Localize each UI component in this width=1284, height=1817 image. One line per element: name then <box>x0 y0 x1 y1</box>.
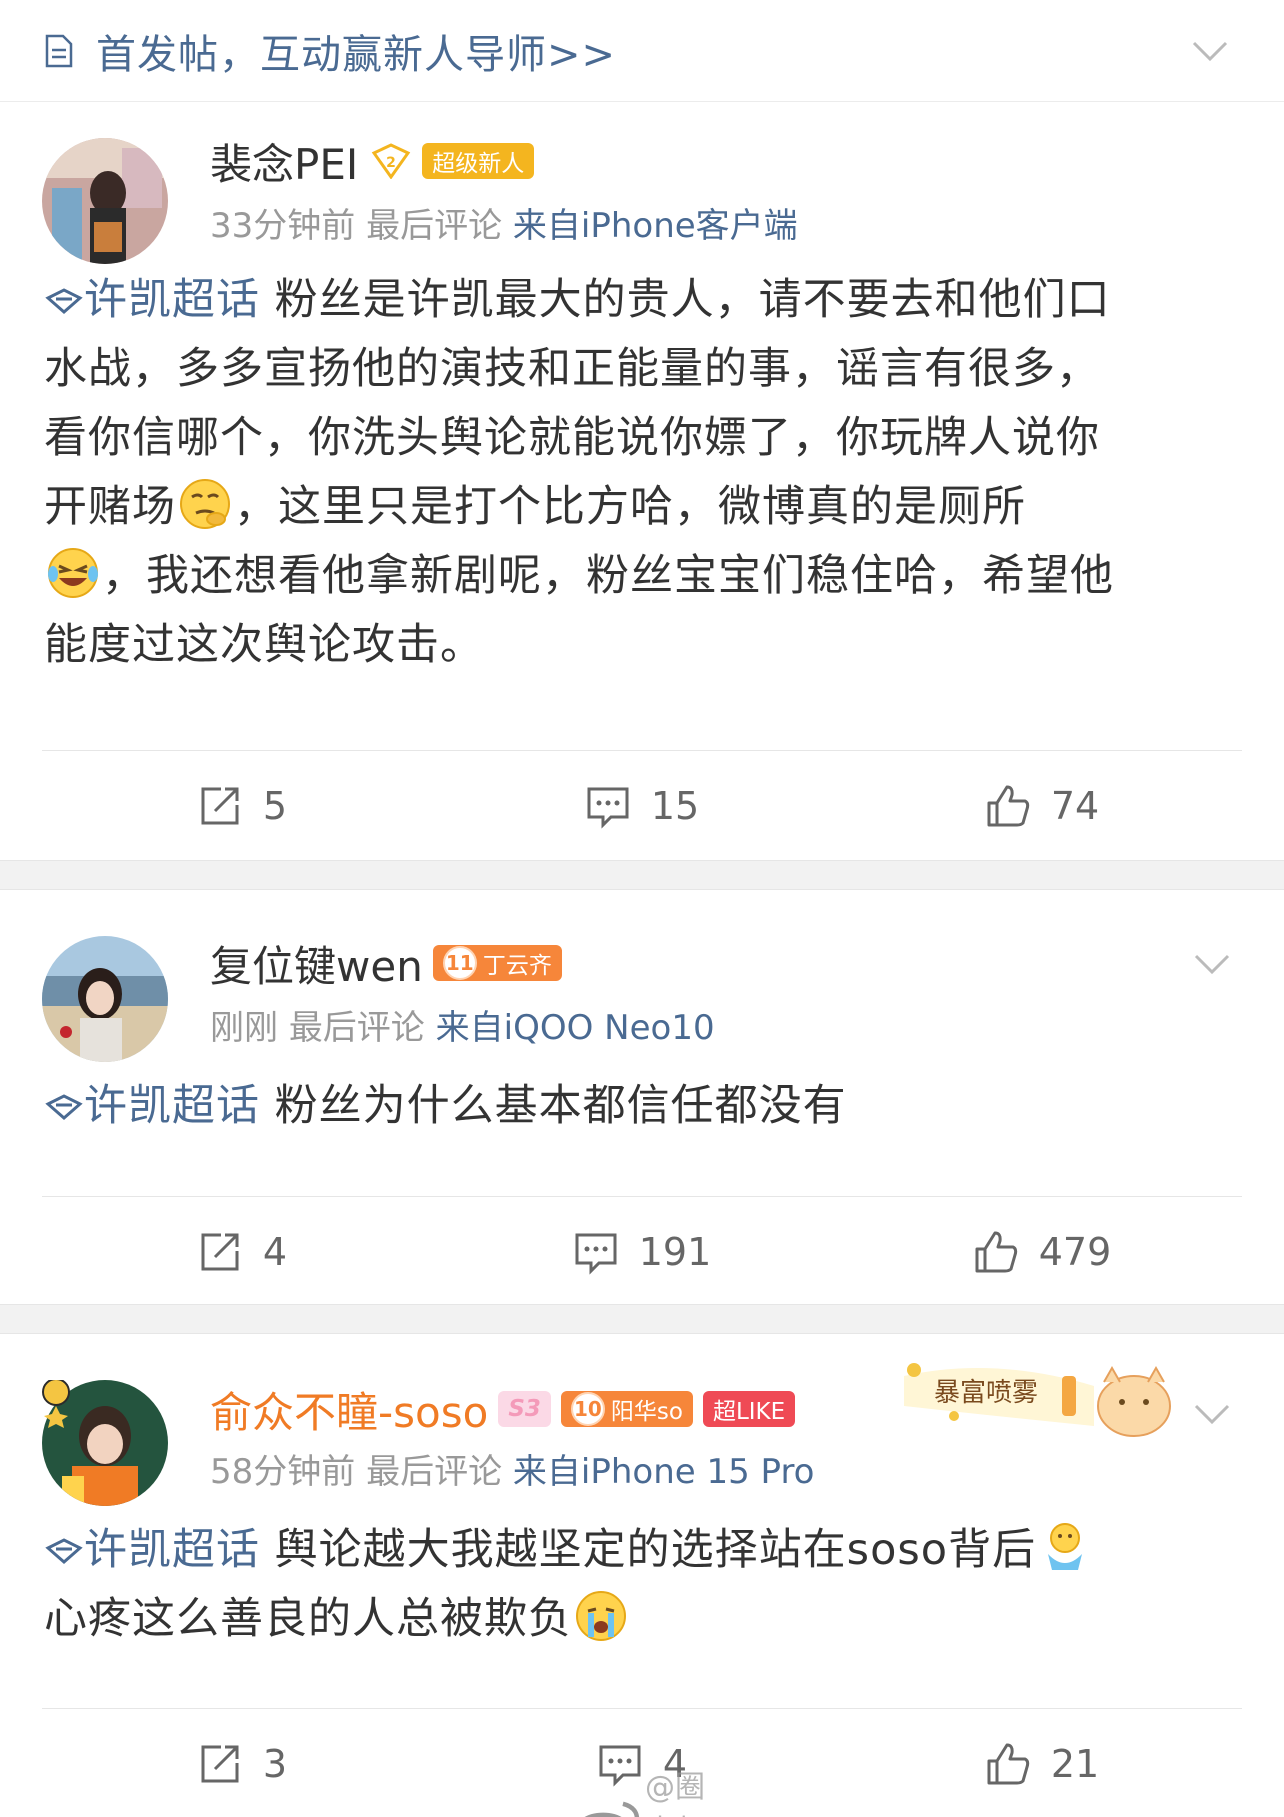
new-post-banner[interactable]: 首发帖，互动赢新人导师>> <box>0 0 1284 102</box>
document-icon <box>45 34 73 67</box>
post-text: 许凯超话 粉丝为什么基本都信任都没有 <box>0 1072 1284 1141</box>
post-text-line: 舆论越大我越坚定的选择站在soso背后 <box>274 1525 1037 1575</box>
post-time: 33分钟前 <box>210 206 356 246</box>
hug-emoji-icon <box>1048 1523 1083 1570</box>
fan-level-badge[interactable]: 11 丁云齐 <box>432 945 562 981</box>
chevron-down-icon[interactable] <box>1192 1402 1232 1426</box>
post-text: 许凯超话 舆论越大我越坚定的选择站在soso背后 心疼这么善良的人总被欺负 <box>0 1516 1284 1654</box>
fan-badge-label: 阳华so <box>610 1399 683 1425</box>
post-divider <box>0 860 1284 890</box>
post-text-line: 看你信哪个，你洗头舆论就能说你嫖了，你玩牌人说你 <box>44 413 1100 463</box>
user-name[interactable]: 俞众不瞳-soso <box>210 1379 488 1440</box>
comment-count: 191 <box>638 1229 712 1274</box>
action-bar: 4 191 479 <box>42 1196 1242 1306</box>
post-meta: 33分钟前 最后评论 来自iPhone客户端 <box>210 198 798 247</box>
repost-button[interactable]: 3 <box>42 1709 442 1817</box>
avatar[interactable] <box>42 936 168 1062</box>
post-text-line: 开赌场 <box>44 482 176 532</box>
post-card: 复位键wen 11 丁云齐 刚刚 最后评论 来自iQOO Neo10 许凯超话 粉… <box>0 892 1284 1304</box>
banner-text[interactable]: 首发帖，互动赢新人导师>> <box>96 22 1190 80</box>
post-source[interactable]: 来自iPhone 15 Pro <box>513 1452 815 1492</box>
post-time: 58分钟前 <box>210 1452 356 1492</box>
thinking-face-emoji-icon <box>180 479 230 529</box>
post-text-line: 水战，多多宣扬他的演技和正能量的事，谣言有很多， <box>44 344 1100 394</box>
like-count: 479 <box>1038 1229 1112 1274</box>
comment-button[interactable]: 15 <box>442 751 842 860</box>
fan-level-number: 10 <box>570 1392 605 1426</box>
post-meta: 刚刚 最后评论 来自iQOO Neo10 <box>210 1000 715 1049</box>
comment-icon <box>575 1233 617 1275</box>
super-topic-icon <box>45 288 83 314</box>
super-topic-link[interactable]: 许凯超话 <box>84 275 260 325</box>
fan-level-badge[interactable]: 10 阳华so <box>560 1391 693 1427</box>
repost-icon <box>201 1233 239 1270</box>
laughing-tears-emoji-icon <box>48 548 98 598</box>
weibo-logo-icon <box>584 1801 640 1817</box>
super-topic-link[interactable]: 许凯超话 <box>84 1081 260 1131</box>
chevron-down-icon[interactable] <box>1190 39 1230 63</box>
post-text-line: 粉丝为什么基本都信任都没有 <box>274 1081 847 1131</box>
user-name[interactable]: 复位键wen <box>210 933 423 994</box>
avatar[interactable] <box>42 138 168 264</box>
post-header: 裴念PEI 2 超级新人 33分钟前 最后评论 来自iPhone客户端 <box>0 102 1284 274</box>
like-button[interactable]: 74 <box>842 751 1242 860</box>
repost-count: 3 <box>262 1741 288 1786</box>
fan-level-number: 11 <box>442 946 477 980</box>
user-name[interactable]: 裴念PEI <box>210 131 358 192</box>
thumbs-up-icon <box>975 1231 1017 1272</box>
fan-badge-label: 丁云齐 <box>482 953 552 979</box>
post-time: 刚刚 <box>210 1008 278 1048</box>
newcomer-icon: 2 <box>372 143 411 179</box>
like-button[interactable]: 479 <box>842 1197 1242 1306</box>
post-card: 裴念PEI 2 超级新人 33分钟前 最后评论 来自iPhone客户端 许凯超话… <box>0 102 1284 829</box>
like-count: 21 <box>1050 1741 1100 1786</box>
s3-badge[interactable]: S3 <box>498 1391 551 1427</box>
like-count: 74 <box>1050 783 1100 828</box>
post-card: 暴富喷雾 俞众不瞳-soso S3 10 阳华so 超LIKE 58分钟前 最后… <box>0 1336 1284 1817</box>
comment-button[interactable]: 191 <box>442 1197 842 1306</box>
post-text-line: 粉丝是许凯最大的贵人，请不要去和他们口 <box>274 275 1111 325</box>
like-button[interactable]: 21 <box>842 1709 1242 1817</box>
last-comment-label: 最后评论 <box>366 1452 503 1492</box>
chevron-down-icon[interactable] <box>1192 952 1232 976</box>
last-comment-label: 最后评论 <box>288 1008 425 1048</box>
post-source[interactable]: 来自iPhone客户端 <box>513 206 798 246</box>
super-like-badge[interactable]: 超LIKE <box>702 1391 796 1427</box>
post-text-line: 能度过这次舆论攻击。 <box>44 620 484 670</box>
repost-button[interactable]: 5 <box>42 751 442 860</box>
post-divider <box>0 1304 1284 1334</box>
post-meta: 58分钟前 最后评论 来自iPhone 15 Pro <box>210 1444 814 1493</box>
thumbs-up-icon <box>987 785 1029 826</box>
avatar[interactable] <box>42 1378 168 1506</box>
super-topic-icon <box>45 1094 83 1120</box>
svg-text:2: 2 <box>386 155 396 171</box>
post-header: 复位键wen 11 丁云齐 刚刚 最后评论 来自iQOO Neo10 <box>0 892 1284 1064</box>
super-newcomer-badge[interactable]: 超级新人 <box>422 143 535 179</box>
post-text-line: 心疼这么善良的人总被欺负 <box>44 1594 572 1644</box>
thumbs-up-icon <box>987 1743 1029 1784</box>
post-text-line: ，这里只是打个比方哈，微博真的是厕所 <box>234 482 1026 532</box>
watermark-text: @圈内颠公 <box>645 1770 705 1817</box>
super-topic-icon <box>45 1538 83 1564</box>
post-text: 许凯超话 粉丝是许凯最大的贵人，请不要去和他们口 水战，多多宣扬他的演技和正能量… <box>0 266 1284 680</box>
repost-icon <box>201 1745 239 1782</box>
watermark: @圈内颠公 <box>570 1762 720 1817</box>
repost-button[interactable]: 4 <box>42 1197 442 1306</box>
repost-icon <box>201 787 239 824</box>
super-topic-link[interactable]: 许凯超话 <box>84 1525 260 1575</box>
post-text-line: ，我还想看他拿新剧呢，粉丝宝宝们稳住哈，希望他 <box>102 551 1114 601</box>
comment-count: 15 <box>650 783 700 828</box>
post-header: 俞众不瞳-soso S3 10 阳华so 超LIKE 58分钟前 最后评论 来自i… <box>0 1336 1284 1508</box>
action-bar: 5 15 74 <box>42 750 1242 860</box>
crying-face-emoji-icon <box>576 1591 626 1641</box>
comment-icon <box>587 787 629 829</box>
repost-count: 4 <box>262 1229 288 1274</box>
last-comment-label: 最后评论 <box>366 206 503 246</box>
post-source[interactable]: 来自iQOO Neo10 <box>436 1008 715 1048</box>
repost-count: 5 <box>262 783 288 828</box>
